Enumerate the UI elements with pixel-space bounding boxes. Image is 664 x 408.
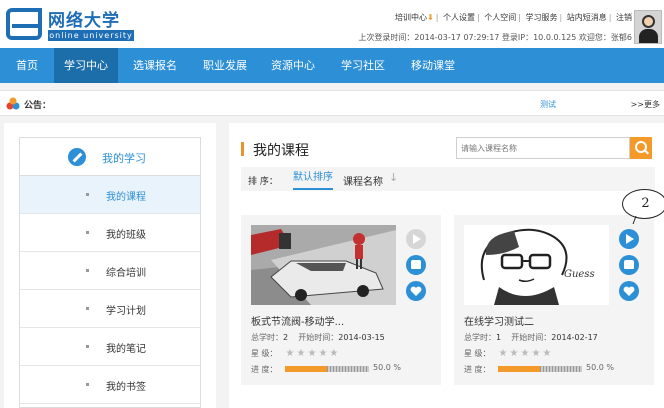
sidebar-item-comprehensive-training[interactable]: 综合培训: [20, 252, 200, 290]
toplink-learning-service[interactable]: 学习服务: [526, 12, 558, 23]
progress-fill: [498, 366, 540, 372]
course-title[interactable]: 在线学习测试二: [464, 313, 534, 328]
course-hours-start: 总学时：2 开始时间：2014-03-15: [251, 333, 385, 342]
sidebar-item-my-courses[interactable]: 我的课程: [20, 176, 200, 214]
course-rating: 星 级： ★★★★★: [251, 348, 341, 359]
sidebar-menu: 我的学习 我的课程 我的班级 综合培训 学习计划 我的笔记 我的书签: [19, 137, 201, 408]
course-rating: 星 级： ★★★★★: [464, 348, 554, 359]
sidebar: 我的学习 我的课程 我的班级 综合培训 学习计划 我的笔记 我的书签: [4, 123, 216, 408]
nav-home[interactable]: 首页: [0, 48, 54, 83]
progress-value: 50.0 %: [373, 363, 401, 372]
progress-fill: [285, 366, 327, 372]
title-accent-bar: [241, 142, 244, 156]
pencil-icon: [68, 148, 86, 166]
course-progress-label: 进 度：: [464, 365, 491, 374]
course-start-date: 2014-03-15: [338, 333, 385, 342]
course-thumbnail[interactable]: [251, 225, 396, 305]
notice-more-link[interactable]: >>更多: [631, 99, 660, 110]
star-rating-icon[interactable]: ★★★★★: [286, 348, 341, 359]
sidebar-item-label: 我的书签: [106, 382, 146, 393]
nav-resource-center[interactable]: 资源中心: [260, 48, 326, 83]
favorite-button[interactable]: [406, 281, 426, 301]
nav-mobile-class[interactable]: 移动课堂: [400, 48, 466, 83]
search-button[interactable]: [630, 137, 652, 159]
favorite-button[interactable]: [619, 281, 639, 301]
nav-community[interactable]: 学习社区: [330, 48, 396, 83]
avatar[interactable]: [634, 10, 662, 44]
notice-label: 公告：: [24, 101, 52, 111]
like-button[interactable]: [406, 255, 426, 275]
logo-subtitle: online university: [48, 30, 134, 41]
sidebar-item-my-notes[interactable]: 我的笔记: [20, 328, 200, 366]
sort-arrow-icon[interactable]: ↓: [389, 171, 398, 184]
sort-bar: 排 序： 默认排序 课程名称 ↓: [241, 167, 655, 191]
top-links: 培训中心⬇ | 个人设置 | 个人空间 | 学习服务 | 站内短消息 | 注销: [395, 12, 632, 23]
nav-course-enroll[interactable]: 选课报名: [122, 48, 188, 83]
course-thumbnail[interactable]: Guess: [464, 225, 609, 305]
play-button[interactable]: [406, 229, 426, 249]
toplink-training-center[interactable]: 培训中心: [395, 12, 427, 23]
annotation-callout: 2: [622, 189, 664, 219]
heart-icon: [623, 286, 635, 296]
sidebar-title: 我的学习: [102, 152, 146, 165]
toplink-personal-settings[interactable]: 个人设置: [443, 12, 475, 23]
progress-bar: [285, 366, 369, 372]
star-rating-icon[interactable]: ★★★★★: [499, 348, 554, 359]
main-content: 我的课程 排 序： 默认排序 课程名称 ↓ 板式节流阀-移动学: [229, 123, 664, 408]
login-info: 上次登录时间：2014-03-17 07:29:17 登录IP：10.0.0.1…: [358, 33, 632, 42]
course-start-date: 2014-02-17: [551, 333, 598, 342]
progress-bar: [498, 366, 582, 372]
course-card[interactable]: 板式节流阀-移动学... 总学时：2 开始时间：2014-03-15 星 级： ★…: [241, 215, 441, 385]
course-search-input[interactable]: [456, 137, 630, 159]
main-nav: 首页 学习中心 选课报名 职业发展 资源中心 学习社区 移动课堂: [0, 48, 664, 83]
course-hours-start: 总学时：1 开始时间：2014-02-17: [464, 333, 598, 342]
notice-bar: 公告： 测试 >>更多: [0, 90, 664, 116]
sort-default-tab[interactable]: 默认排序: [293, 170, 333, 190]
toplink-logout[interactable]: 注销: [616, 12, 632, 23]
play-button[interactable]: [619, 229, 639, 249]
sort-label: 排 序：: [248, 177, 278, 187]
toplink-personal-space[interactable]: 个人空间: [484, 12, 516, 23]
sidebar-header: 我的学习: [20, 138, 200, 176]
notice-link[interactable]: 测试: [540, 99, 556, 110]
notice-icon: [6, 97, 20, 110]
logo-title: 网络大学: [48, 11, 120, 31]
sidebar-item-my-classes[interactable]: 我的班级: [20, 214, 200, 252]
sort-by-name-tab[interactable]: 课程名称: [343, 173, 383, 188]
thumbs-up-icon: [624, 260, 634, 269]
header: 网络大学 online university 培训中心⬇ | 个人设置 | 个人空间…: [0, 0, 664, 48]
sidebar-item-label: 我的笔记: [106, 344, 146, 355]
sidebar-item-label: 我的班级: [106, 230, 146, 241]
sidebar-item-study-plan[interactable]: 学习计划: [20, 290, 200, 328]
course-hours: 1: [496, 333, 502, 342]
logo[interactable]: 网络大学 online university: [4, 6, 134, 44]
page-title: 我的课程: [253, 143, 309, 159]
course-hours: 2: [283, 333, 289, 342]
progress-value: 50.0 %: [586, 363, 614, 372]
logo-e-icon: [6, 8, 42, 40]
play-icon: [626, 234, 634, 244]
toplink-messages[interactable]: 站内短消息: [567, 12, 607, 23]
play-icon: [413, 234, 421, 244]
nav-learning-center[interactable]: 学习中心: [54, 48, 118, 83]
heart-icon: [410, 286, 422, 296]
callout-number: 2: [641, 196, 650, 211]
sidebar-item-label: 综合培训: [106, 268, 146, 279]
course-title[interactable]: 板式节流阀-移动学...: [251, 313, 344, 328]
like-button[interactable]: [619, 255, 639, 275]
course-card[interactable]: Guess 在线学习测试二 总学时：1 开始时间：2014-02-17 星 级：…: [454, 215, 654, 385]
sidebar-item-label: 学习计划: [106, 306, 146, 317]
nav-career[interactable]: 职业发展: [192, 48, 258, 83]
sidebar-item-label: 我的课程: [106, 192, 146, 203]
thumbs-up-icon: [411, 260, 421, 269]
course-progress-label: 进 度：: [251, 365, 278, 374]
sidebar-item-my-bookmarks[interactable]: 我的书签: [20, 366, 200, 404]
download-arrow-icon: ⬇: [427, 13, 434, 22]
svg-text:Guess: Guess: [564, 269, 595, 280]
